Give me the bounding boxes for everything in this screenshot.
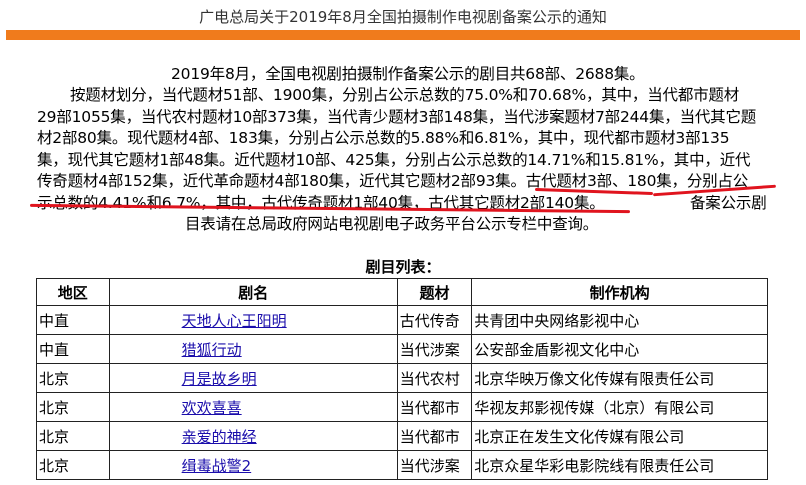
paragraph-line: 29部1055集，当代农村题材10部373集，当代青少题材3部148集，当代涉案… xyxy=(37,108,757,126)
table-header-row: 地区 剧名 题材 制作机构 xyxy=(36,278,768,306)
cell-producer: 华视友邦影视传媒（北京）有限公司 xyxy=(471,392,768,422)
paragraph-line: 按题材划分，当代题材51部、1900集，分别占公示总数的75.0%和70.68%… xyxy=(70,86,740,104)
cell-producer: 北京正在发生文化传媒有限公司 xyxy=(471,421,768,451)
drama-title-link[interactable]: 天地人心王阳明 xyxy=(182,312,287,330)
cell-region: 北京 xyxy=(36,450,110,480)
cell-genre: 当代农村 xyxy=(396,363,473,393)
column-header-region: 地区 xyxy=(36,278,110,306)
paragraph-line: 传奇题材4部152集，近代革命题材4部180集，近代其它题材2部93集。古代题材… xyxy=(37,172,749,190)
paragraph-line: 备案公示剧 xyxy=(690,194,767,212)
page-title: 广电总局关于2019年8月全国拍摄制作电视剧备案公示的通知 xyxy=(199,8,607,26)
drama-title-link[interactable]: 缉毒战警2 xyxy=(182,457,252,475)
cell-genre: 当代都市 xyxy=(396,392,473,422)
cell-producer: 北京华映万像文化传媒有限责任公司 xyxy=(471,363,768,393)
table-row: 北京 缉毒战警2 当代涉案 北京众星华彩电影院线有限责任公司 xyxy=(36,450,768,480)
cell-producer: 公安部金盾影视文化中心 xyxy=(471,334,768,364)
cell-region: 北京 xyxy=(36,392,110,422)
column-header-title: 剧名 xyxy=(108,278,398,306)
cell-genre: 当代涉案 xyxy=(396,450,473,480)
cell-region: 中直 xyxy=(36,305,110,335)
drama-title-link[interactable]: 亲爱的神经 xyxy=(182,428,257,446)
drama-table: 地区 剧名 题材 制作机构 中直 天地人心王阳明 古代传奇 共青团中央网络影视中… xyxy=(36,278,768,480)
list-title: 剧目列表： xyxy=(365,258,441,276)
table-row: 中直 天地人心王阳明 古代传奇 共青团中央网络影视中心 xyxy=(36,305,768,335)
paragraph-line: 集，现代其它题材1部48集。近代题材10部、425集，分别占公示总数的14.71… xyxy=(37,151,751,169)
table-row: 北京 月是故乡明 当代农村 北京华映万像文化传媒有限责任公司 xyxy=(36,363,768,393)
drama-title-link[interactable]: 猎狐行动 xyxy=(182,341,242,359)
table-row: 北京 亲爱的神经 当代都市 北京正在发生文化传媒有限公司 xyxy=(36,421,768,451)
column-header-genre: 题材 xyxy=(396,278,473,306)
cell-genre: 古代传奇 xyxy=(396,305,473,335)
cell-producer: 北京众星华彩电影院线有限责任公司 xyxy=(471,450,768,480)
cell-region: 中直 xyxy=(36,334,110,364)
cell-region: 北京 xyxy=(36,421,110,451)
paragraph-line: 材2部80集。现代题材4部、183集，分别占公示总数的5.88%和6.81%，其… xyxy=(37,129,730,147)
drama-title-link[interactable]: 欢欢喜喜 xyxy=(182,399,242,417)
paragraph-line: 目表请在总局政府网站电视剧电子政务平台公示专栏中查询。 xyxy=(185,215,599,233)
table-row: 中直 猎狐行动 当代涉案 公安部金盾影视文化中心 xyxy=(36,334,768,364)
paragraph-line: 2019年8月，全国电视剧拍摄制作备案公示的剧目共68部、2688集。 xyxy=(171,65,645,83)
table-row: 北京 欢欢喜喜 当代都市 华视友邦影视传媒（北京）有限公司 xyxy=(36,392,768,422)
cell-region: 北京 xyxy=(36,363,110,393)
cell-genre: 当代涉案 xyxy=(396,334,473,364)
cell-genre: 当代都市 xyxy=(396,421,473,451)
header-divider-bar xyxy=(6,30,800,40)
drama-title-link[interactable]: 月是故乡明 xyxy=(182,370,257,388)
column-header-producer: 制作机构 xyxy=(471,278,768,306)
cell-producer: 共青团中央网络影视中心 xyxy=(471,305,768,335)
